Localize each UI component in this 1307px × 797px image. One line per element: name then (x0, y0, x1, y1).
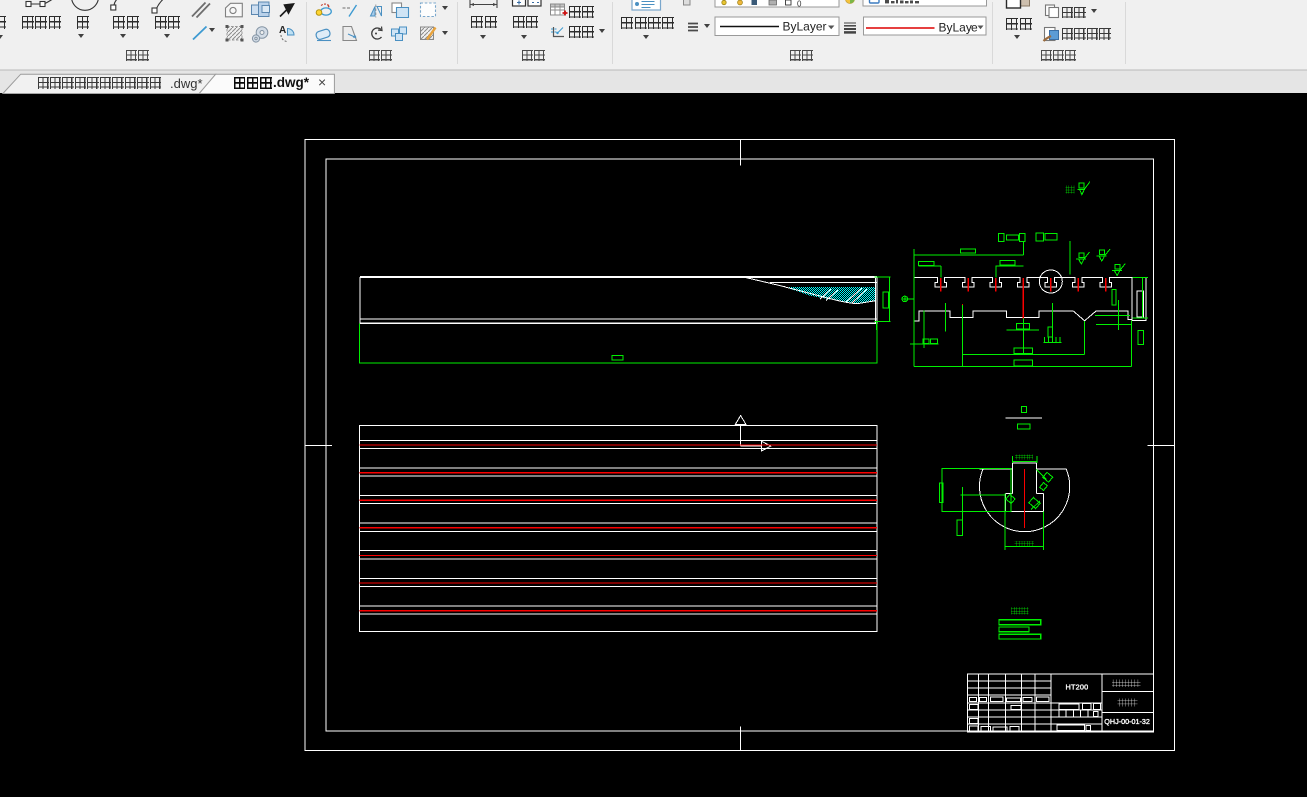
svg-text:QHJ-00-01-32: QHJ-00-01-32 (1104, 717, 1150, 726)
svg-text:HT200: HT200 (1066, 683, 1089, 692)
